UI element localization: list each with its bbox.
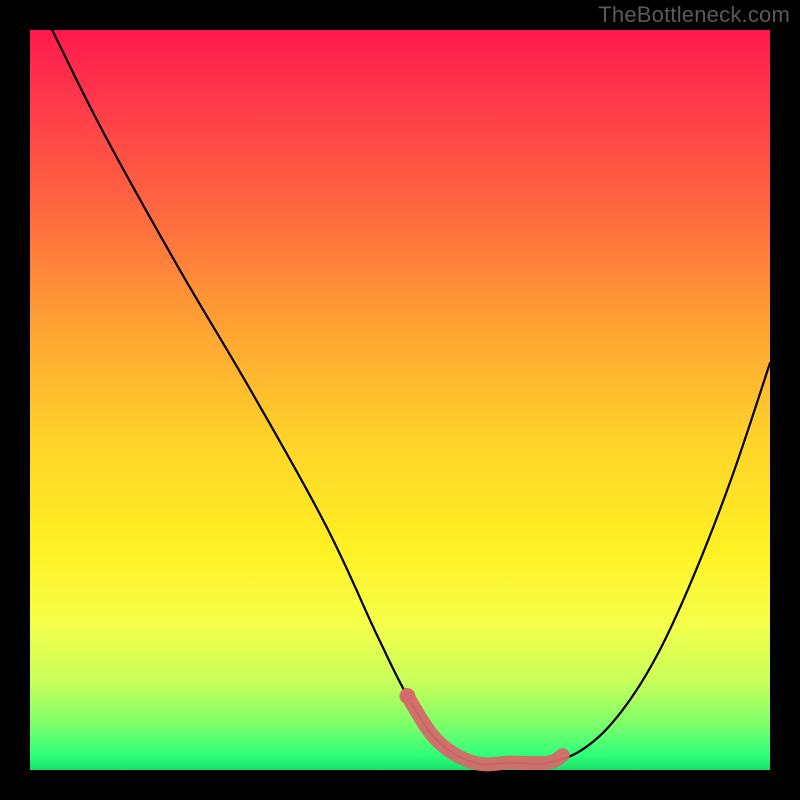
bottleneck-curve [30,30,770,770]
watermark-text: TheBottleneck.com [598,2,790,28]
highlight-path [407,696,562,764]
highlight-dot [399,688,415,704]
plot-area [30,30,770,770]
chart-frame: TheBottleneck.com [0,0,800,800]
curve-path [52,30,770,764]
